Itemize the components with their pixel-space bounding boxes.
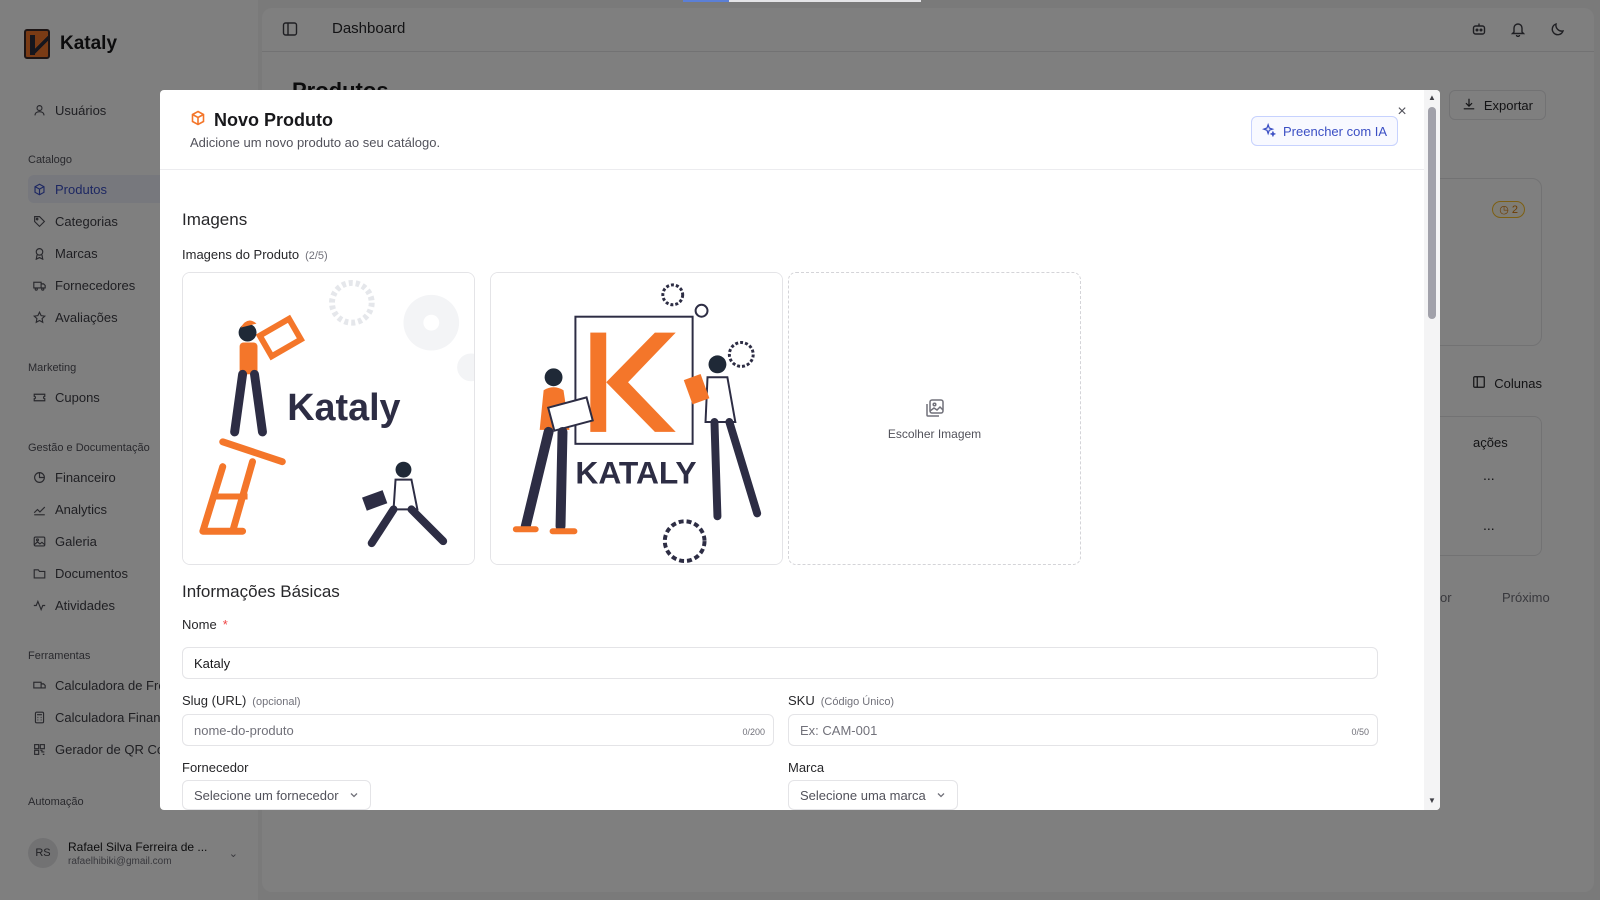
slug-label-text: Slug (URL) — [182, 693, 247, 708]
sku-label-text: SKU — [788, 693, 815, 708]
close-icon[interactable]: × — [1394, 104, 1410, 120]
name-label: Nome * — [182, 617, 228, 632]
images-section-title: Imagens — [182, 210, 248, 229]
brand-label: Marca — [788, 760, 825, 775]
fill-with-ai-button[interactable]: Preencher com IA — [1251, 116, 1399, 146]
dialog-title-text: Novo Produto — [214, 110, 333, 130]
name-input[interactable]: Kataly — [182, 647, 1378, 679]
slug-hint: (opcional) — [252, 696, 301, 708]
product-images-label: Imagens do Produto (2/5) — [182, 247, 328, 262]
scroll-down-icon[interactable]: ▼ — [1428, 796, 1436, 805]
slug-placeholder: nome-do-produto — [194, 722, 294, 738]
sparkles-icon — [1261, 122, 1277, 140]
images-count: (2/5) — [305, 250, 328, 262]
slug-input[interactable]: nome-do-produto 0/200 — [182, 714, 774, 746]
image-plus-icon — [924, 397, 946, 419]
supplier-label: Fornecedor — [182, 760, 249, 775]
sku-label: SKU (Código Único) — [788, 693, 894, 708]
sku-hint: (Código Único) — [820, 696, 895, 708]
new-product-dialog: Novo Produto Adicione um novo produto ao… — [160, 90, 1440, 810]
chevron-down-icon — [936, 788, 946, 803]
logo-wordmark: KATALY — [575, 455, 696, 491]
sku-placeholder: Ex: CAM-001 — [800, 722, 878, 738]
fill-with-ai-label: Preencher com IA — [1283, 123, 1388, 139]
name-label-text: Nome — [182, 617, 217, 632]
loading-bar — [683, 0, 729, 2]
product-images-label-text: Imagens do Produto — [182, 247, 300, 262]
basic-info-section-title: Informações Básicas — [182, 582, 340, 601]
sku-input[interactable]: Ex: CAM-001 0/50 — [788, 714, 1378, 746]
brand-select[interactable]: Selecione uma marca — [788, 780, 958, 810]
scrollbar-thumb[interactable] — [1428, 107, 1436, 319]
dialog-header: Novo Produto Adicione um novo produto ao… — [160, 90, 1440, 170]
supplier-select-value: Selecione um fornecedor — [194, 787, 339, 803]
kataly-illustration-1: Kataly — [183, 273, 474, 564]
required-marker: * — [222, 617, 228, 632]
dialog-title: Novo Produto — [190, 110, 333, 131]
box-icon — [190, 110, 206, 131]
kataly-illustration-2: KATALY — [491, 273, 782, 564]
loading-bar-track — [729, 0, 921, 2]
choose-image-button[interactable]: Escolher Imagem — [788, 272, 1081, 565]
logo-wordmark: Kataly — [287, 386, 400, 428]
slug-counter: 0/200 — [742, 727, 765, 737]
slug-label: Slug (URL) (opcional) — [182, 693, 301, 708]
choose-image-label: Escolher Imagem — [887, 426, 982, 441]
sku-counter: 0/50 — [1351, 727, 1369, 737]
brand-select-value: Selecione uma marca — [800, 787, 926, 803]
product-image-2[interactable]: KATALY — [490, 272, 783, 565]
dialog-scrollbar[interactable]: ▲ ▼ — [1424, 90, 1440, 810]
chevron-down-icon — [349, 788, 359, 803]
name-input-value: Kataly — [194, 655, 231, 671]
scroll-up-icon[interactable]: ▲ — [1428, 93, 1436, 102]
dialog-subtitle: Adicione um novo produto ao seu catálogo… — [190, 135, 441, 150]
product-image-1[interactable]: Kataly — [182, 272, 475, 565]
supplier-select[interactable]: Selecione um fornecedor — [182, 780, 371, 810]
